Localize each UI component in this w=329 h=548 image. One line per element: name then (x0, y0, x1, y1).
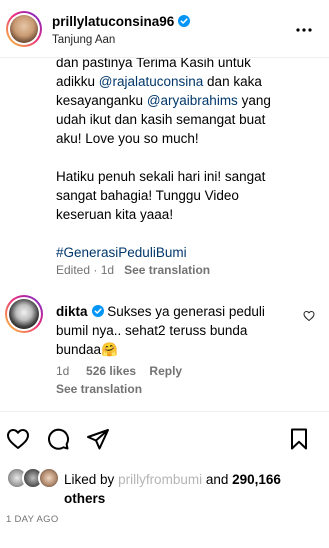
more-options-icon[interactable] (295, 22, 313, 38)
meta-separator: · (93, 263, 98, 277)
caption-line: udah ikut dan kasih semangat buat (56, 112, 266, 127)
hashtag-link[interactable]: #GenerasiPeduliBumi (56, 243, 318, 262)
reply-button[interactable]: Reply (149, 364, 182, 378)
verified-badge-icon (91, 305, 104, 317)
share-paper-plane-icon[interactable] (86, 427, 110, 451)
post-location[interactable]: Tanjung Aan (52, 34, 115, 46)
post-caption: dan pastinya Terima Kasih untuk adikku @… (56, 53, 318, 262)
and-label: and (202, 472, 233, 487)
like-heart-icon[interactable] (6, 427, 30, 451)
others-label[interactable]: others (64, 491, 105, 506)
comment-body: dikta Sukses ya generasi peduli bumil ny… (56, 302, 286, 359)
caption-line: adikku @rajalatuconsina dan kaka (56, 72, 318, 91)
verified-badge-icon (178, 15, 191, 27)
save-bookmark-icon[interactable] (287, 427, 311, 451)
mention-link[interactable]: @rajalatuconsina (99, 74, 204, 89)
caption-text: adikku (56, 74, 99, 89)
caption-text: dan kaka (203, 74, 262, 89)
comment-text: bumil nya.. sehat2 teruss bunda (56, 323, 248, 338)
caption-line: kesayanganku @aryaibrahims yang (56, 91, 318, 110)
liker-avatar (38, 467, 60, 489)
caption-meta: Edited · 1d See translation (56, 263, 210, 277)
comment-time: 1d (56, 364, 70, 378)
caption-text: yang (237, 93, 271, 108)
likes-count[interactable]: 290,166 (232, 472, 281, 487)
liked-by-label: Liked by (64, 472, 115, 487)
liked-by-user[interactable]: prillyfrombumi (118, 472, 202, 487)
post-timestamp: 1 DAY AGO (6, 514, 59, 525)
author-username-text[interactable]: prillylatuconsina96 (52, 14, 174, 29)
comment-text: Sukses ya generasi peduli (103, 304, 265, 319)
comment-like-heart-icon[interactable] (303, 310, 315, 322)
comment-bubble-icon[interactable] (46, 427, 70, 451)
comment-translation-row: See translation (56, 382, 142, 396)
caption-line: aku! Love you so much! (56, 131, 199, 146)
likes-summary: Liked by prillyfrombumi and 290,166 othe… (64, 470, 314, 508)
commenter-username[interactable]: dikta (56, 304, 88, 319)
caption-line: keseruan kita yaaa! (56, 207, 174, 222)
divider (0, 411, 329, 412)
caption-time: 1d (100, 263, 115, 277)
comment-see-translation-button[interactable]: See translation (56, 382, 142, 396)
commenter-avatar[interactable] (5, 295, 43, 333)
see-translation-button[interactable]: See translation (124, 263, 210, 277)
comment-text: bundaa🤗 (56, 342, 118, 357)
caption-line: Hatiku penuh sekali hari ini! sangat (56, 169, 266, 184)
comment-meta: 1d 526 likes Reply (56, 364, 182, 378)
author-avatar[interactable] (6, 11, 42, 47)
edited-label: Edited (56, 263, 91, 277)
comment-likes-button[interactable]: 526 likes (86, 364, 136, 378)
caption-text: kesayanganku (56, 93, 147, 108)
mention-link[interactable]: @aryaibrahims (147, 93, 238, 108)
post-header: prillylatuconsina96 Tanjung Aan (0, 0, 329, 58)
caption-line: sangat bahagia! Tunggu Video (56, 188, 239, 203)
author-username[interactable]: prillylatuconsina96 (52, 14, 191, 29)
